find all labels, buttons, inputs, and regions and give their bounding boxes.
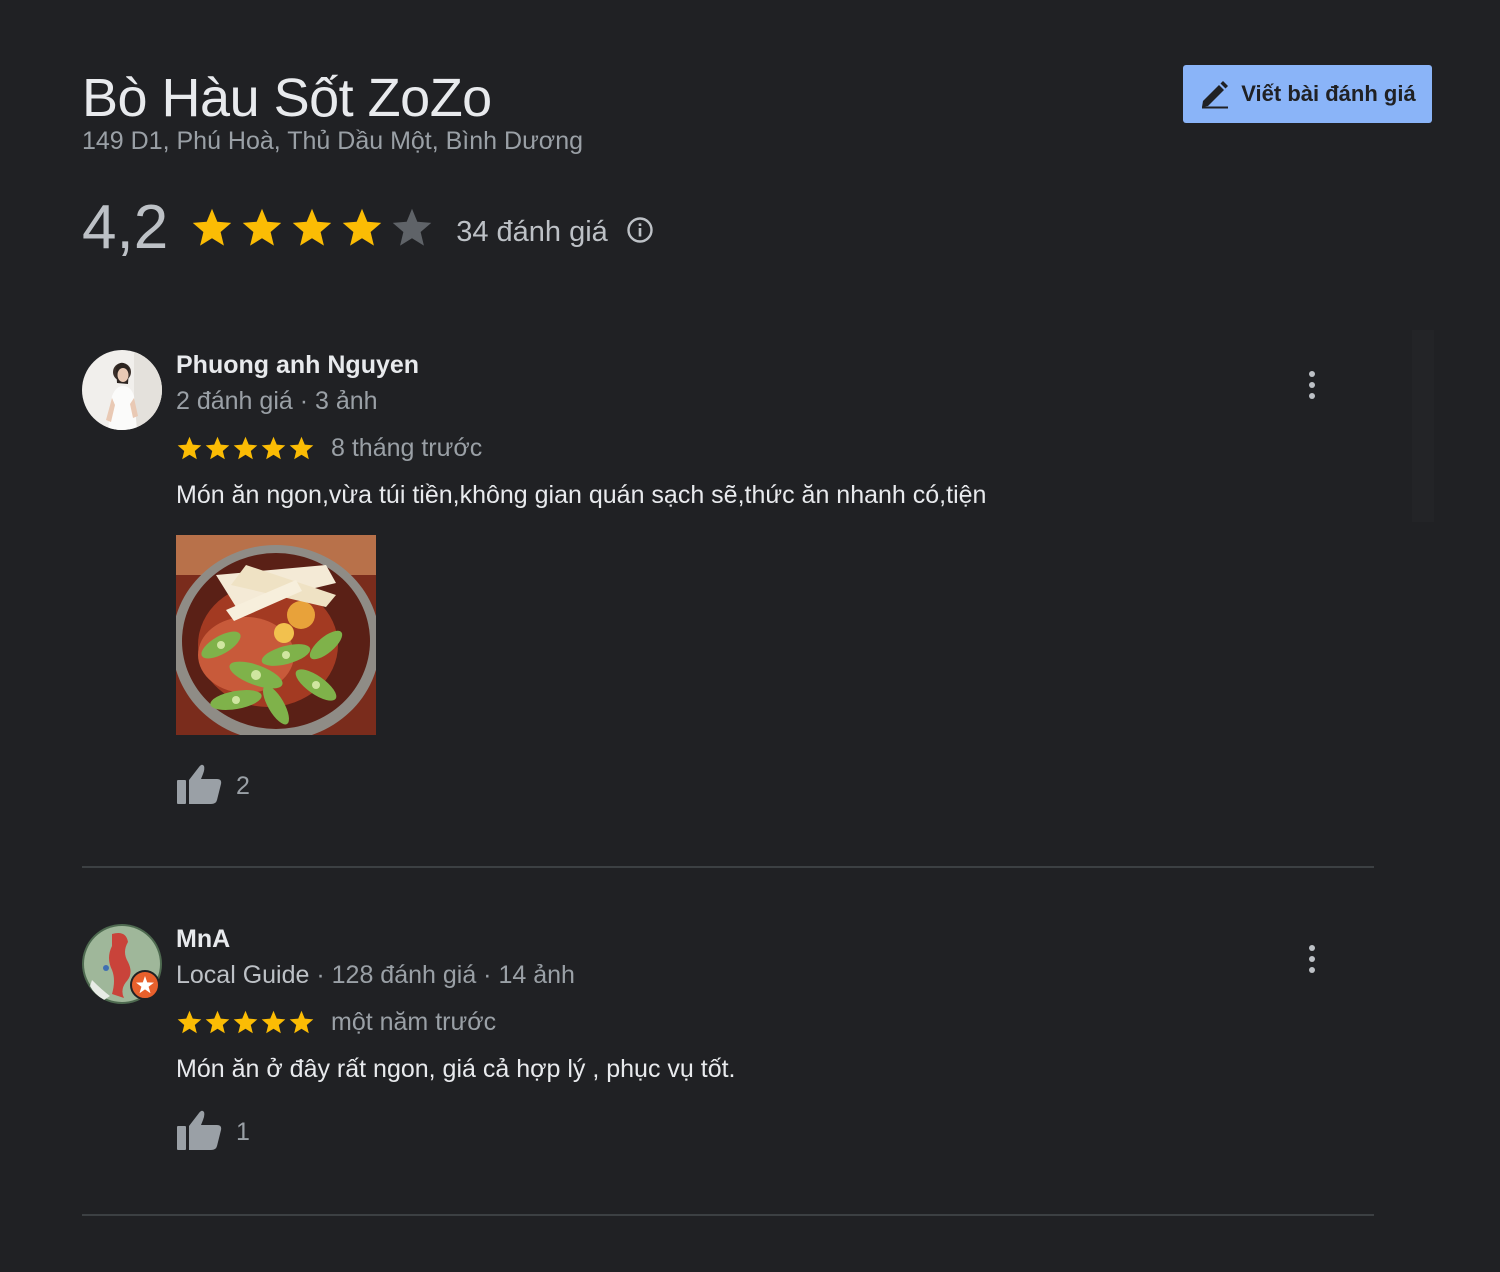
review-text: Món ăn ngon,vừa túi tiền,không gian quán… bbox=[176, 481, 987, 509]
rating-stars bbox=[190, 206, 434, 250]
info-icon[interactable] bbox=[626, 216, 654, 249]
like-row: 1 bbox=[176, 1109, 1326, 1156]
review-photo[interactable] bbox=[176, 535, 376, 735]
star-icon bbox=[192, 208, 232, 246]
reviewer-stats: · 128 đánh giá · 14 ảnh bbox=[309, 961, 575, 989]
place-address: 149 D1, Phú Hoà, Thủ Dầu Một, Bình Dương bbox=[82, 127, 584, 155]
like-count: 1 bbox=[236, 1118, 250, 1146]
like-count: 2 bbox=[236, 772, 250, 800]
pencil-icon bbox=[1199, 79, 1231, 109]
divider bbox=[82, 866, 1374, 868]
place-name: Bò Hàu Sốt ZoZo bbox=[82, 68, 492, 128]
write-review-button[interactable]: Viết bài đánh giá bbox=[1183, 65, 1432, 123]
review-time: 8 tháng trước bbox=[331, 433, 483, 462]
place-header: Bò Hàu Sốt ZoZo 149 D1, Phú Hoà, Thủ Dầu… bbox=[82, 66, 583, 156]
more-options-button[interactable] bbox=[1302, 368, 1322, 402]
star-icon bbox=[205, 436, 230, 459]
star-icon bbox=[289, 436, 314, 459]
rating-summary: 4,2 34 đánh giá bbox=[82, 192, 654, 264]
star-icon bbox=[242, 208, 282, 246]
thumbs-up-icon[interactable] bbox=[176, 1109, 222, 1156]
star-icon bbox=[261, 1010, 286, 1033]
scrollbar-track[interactable] bbox=[1412, 330, 1434, 522]
review-count[interactable]: 34 đánh giá bbox=[456, 216, 608, 249]
local-guide-badge-icon bbox=[130, 970, 160, 1000]
rating-value: 4,2 bbox=[82, 193, 169, 262]
star-icon bbox=[233, 1010, 258, 1033]
review-body: MnA Local Guide · 128 đánh giá · 14 ảnh … bbox=[176, 924, 1326, 1156]
review-item: MnA Local Guide · 128 đánh giá · 14 ảnh … bbox=[82, 924, 1374, 1164]
review-body: Phuong anh Nguyen 2 đánh giá · 3 ảnh 8 t… bbox=[176, 350, 1326, 810]
reviewer-name[interactable]: Phuong anh Nguyen bbox=[176, 350, 1326, 380]
review-item: Phuong anh Nguyen 2 đánh giá · 3 ảnh 8 t… bbox=[82, 350, 1374, 810]
reviews-panel: Bò Hàu Sốt ZoZo 149 D1, Phú Hoà, Thủ Dầu… bbox=[0, 0, 1500, 1272]
star-icon bbox=[342, 208, 382, 246]
star-icon bbox=[177, 436, 202, 459]
reviewer-meta: 2 đánh giá · 3 ảnh bbox=[176, 387, 378, 415]
star-icon bbox=[292, 208, 332, 246]
write-review-label: Viết bài đánh giá bbox=[1241, 81, 1416, 106]
avatar[interactable] bbox=[82, 350, 162, 430]
review-stars bbox=[176, 1009, 315, 1036]
review-rating-row: 8 tháng trước bbox=[176, 431, 1326, 465]
review-time: một năm trước bbox=[331, 1007, 497, 1036]
review-text: Món ăn ở đây rất ngon, giá cả hợp lý , p… bbox=[176, 1055, 736, 1083]
review-stars bbox=[176, 435, 315, 462]
reviewer-name[interactable]: MnA bbox=[176, 924, 1326, 954]
like-row: 2 bbox=[176, 763, 1326, 810]
star-icon bbox=[205, 1010, 230, 1033]
thumbs-up-icon[interactable] bbox=[176, 763, 222, 810]
star-icon bbox=[261, 436, 286, 459]
star-icon bbox=[177, 1010, 202, 1033]
star-icon bbox=[289, 1010, 314, 1033]
reviewer-meta: Local Guide · 128 đánh giá · 14 ảnh bbox=[176, 959, 1326, 991]
star-icon bbox=[392, 208, 432, 246]
local-guide-label: Local Guide bbox=[176, 961, 310, 989]
star-icon bbox=[233, 436, 258, 459]
more-options-button[interactable] bbox=[1302, 942, 1322, 976]
review-rating-row: một năm trước bbox=[176, 1005, 1326, 1039]
divider bbox=[82, 1214, 1374, 1216]
